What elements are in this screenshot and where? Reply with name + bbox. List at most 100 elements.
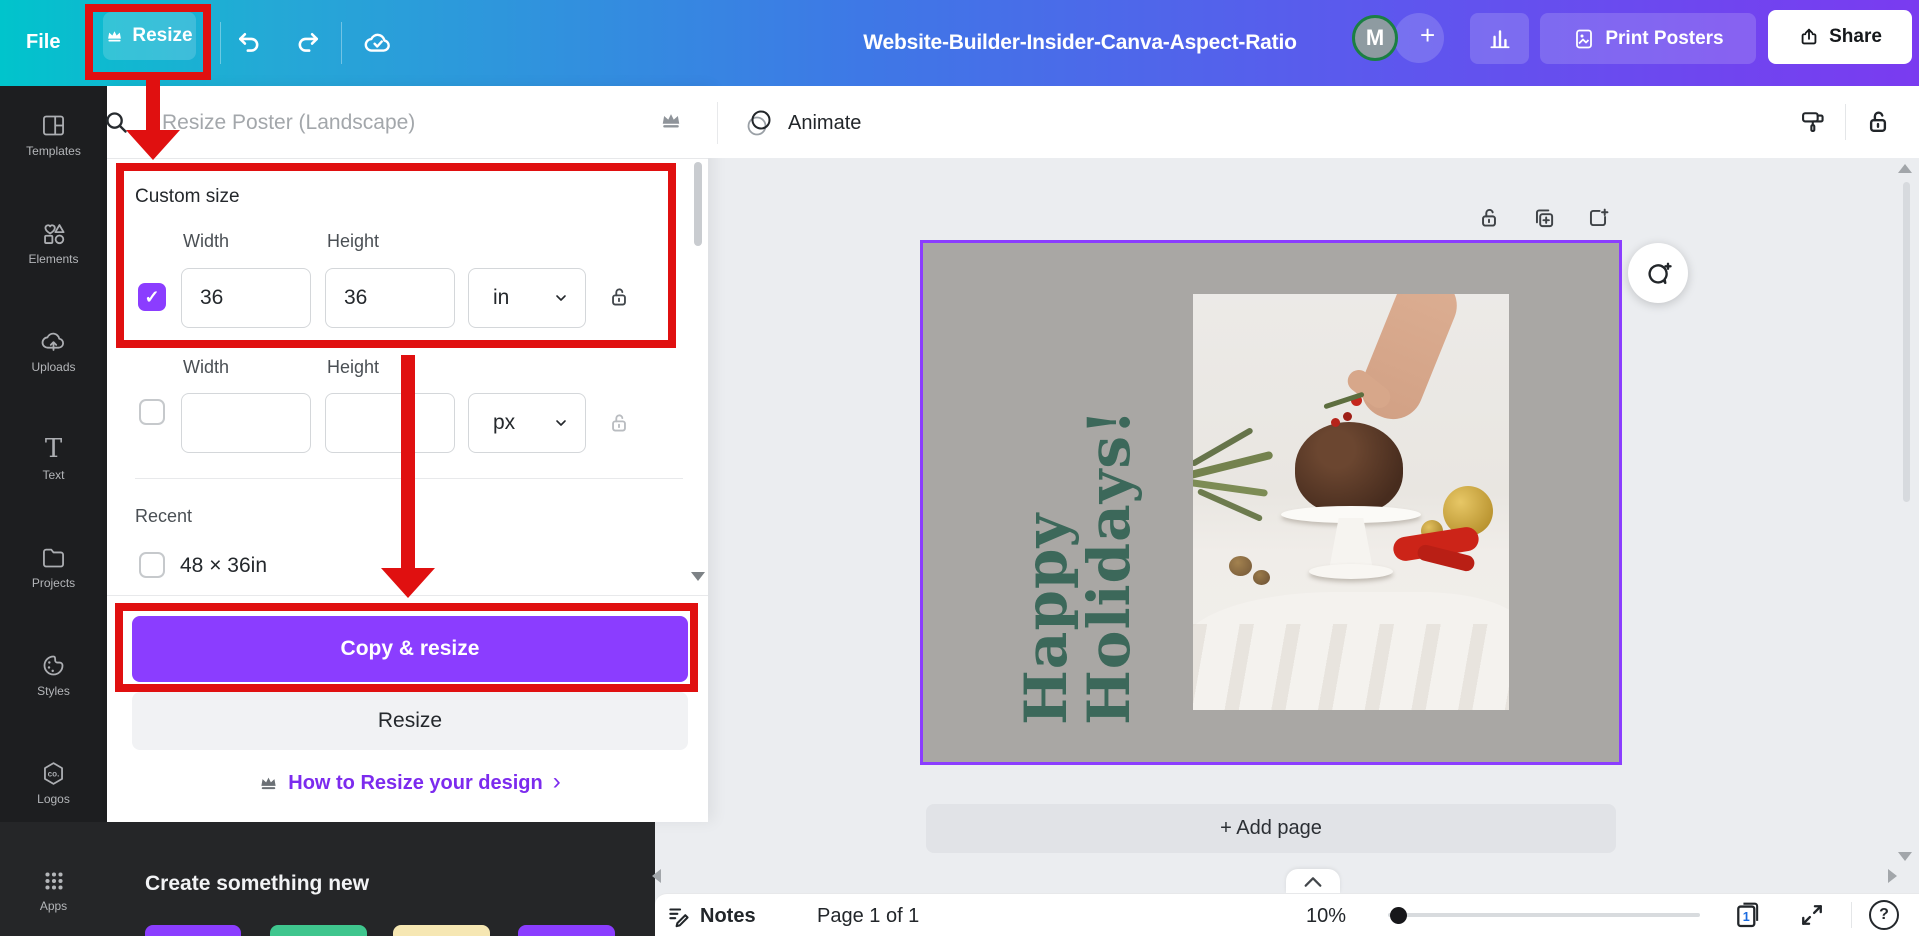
- question-mark-icon: ?: [1879, 906, 1889, 923]
- save-status-button[interactable]: [363, 28, 393, 63]
- sidebar-item-elements[interactable]: Elements: [0, 220, 107, 286]
- apps-grid-icon: [44, 872, 63, 890]
- share-icon: [1801, 28, 1817, 45]
- add-page-icon[interactable]: [1585, 205, 1611, 231]
- sidebar-item-uploads[interactable]: Uploads: [0, 328, 107, 394]
- paint-roller-icon[interactable]: [1799, 108, 1827, 136]
- animate-label: Animate: [788, 111, 862, 134]
- sidebar-item-label: Uploads: [31, 360, 76, 374]
- collapse-bottom-bar-tab[interactable]: [1286, 869, 1340, 893]
- cake-stand-base-illustration: [1309, 564, 1393, 579]
- panel-scrollbar-thumb[interactable]: [694, 162, 702, 246]
- resize-search-input[interactable]: [160, 100, 604, 146]
- insights-button[interactable]: [1470, 13, 1529, 64]
- zoom-slider-track[interactable]: [1388, 913, 1700, 917]
- sidebar-item-label: Templates: [26, 144, 81, 158]
- text-icon: T: [44, 434, 63, 464]
- crown-icon: [662, 114, 680, 128]
- comment-button[interactable]: [1628, 243, 1688, 303]
- crown-icon: [261, 777, 276, 789]
- height-label: Height: [327, 357, 380, 377]
- avatar[interactable]: M: [1352, 15, 1398, 61]
- poster-text-line2: Holidays!: [1074, 408, 1143, 725]
- pages-view-button[interactable]: 1: [1733, 898, 1763, 930]
- pages-icon: 1: [1737, 902, 1759, 928]
- hscroll-right-arrow-icon[interactable]: [1888, 869, 1897, 883]
- chart-columns-icon: [1489, 29, 1510, 48]
- vscroll-thumb[interactable]: [1903, 182, 1910, 502]
- styles-icon: [43, 655, 64, 676]
- scroll-down-arrow-icon[interactable]: [691, 572, 705, 581]
- sidebar-item-templates[interactable]: Templates: [0, 112, 107, 178]
- recent-size-item[interactable]: 48 × 36in: [180, 554, 267, 578]
- duplicate-page-icon[interactable]: [1531, 205, 1557, 231]
- poster-photo[interactable]: [1193, 294, 1509, 710]
- create-option-card[interactable]: [145, 925, 241, 936]
- sidebar-item-label: Elements: [28, 252, 79, 266]
- print-posters-button[interactable]: Print Posters: [1540, 13, 1756, 64]
- create-something-heading: Create something new: [145, 872, 370, 895]
- hscroll-left-arrow-icon[interactable]: [652, 869, 661, 883]
- sidebar-item-projects[interactable]: Projects: [0, 544, 107, 610]
- document-title[interactable]: Website-Builder-Insider-Canva-Aspect-Rat…: [780, 31, 1380, 55]
- undo-button[interactable]: [235, 29, 263, 62]
- notes-icon: [669, 908, 689, 928]
- vscroll-down-arrow-icon[interactable]: [1898, 852, 1912, 861]
- how-to-resize-label: How to Resize your design: [288, 771, 543, 794]
- templates-icon: [43, 115, 64, 136]
- annotation-arrow-shaft: [146, 80, 160, 134]
- share-label: Share: [1829, 26, 1882, 47]
- how-to-resize-link[interactable]: How to Resize your design ›: [132, 768, 688, 798]
- create-option-card[interactable]: [270, 925, 367, 936]
- resize-action-button[interactable]: Resize: [132, 692, 688, 750]
- sidebar-item-text[interactable]: T Text: [0, 436, 107, 502]
- height-px-input[interactable]: [325, 393, 455, 453]
- sidebar-item-styles[interactable]: Styles: [0, 652, 107, 718]
- divider: [717, 102, 718, 144]
- fullscreen-icon[interactable]: [1798, 901, 1826, 929]
- px-size-checkbox-unchecked[interactable]: [139, 399, 165, 425]
- page-lock-icon[interactable]: [1476, 205, 1502, 231]
- sidebar-item-apps[interactable]: Apps: [0, 868, 107, 934]
- invite-member-button[interactable]: +: [1394, 13, 1444, 63]
- create-option-card[interactable]: [518, 925, 615, 936]
- divider: [1845, 104, 1846, 140]
- toolbar-divider: [220, 22, 221, 64]
- zoom-slider-thumb[interactable]: [1390, 907, 1407, 924]
- unlock-icon[interactable]: [1863, 107, 1893, 137]
- chevron-up-icon: [1304, 877, 1322, 887]
- currant-illustration: [1343, 412, 1352, 421]
- divider: [1851, 902, 1852, 928]
- create-option-card[interactable]: [393, 925, 490, 936]
- redo-icon: [298, 32, 319, 52]
- zoom-level[interactable]: 10%: [1306, 905, 1346, 928]
- chevron-down-icon: [556, 420, 566, 426]
- width-px-input[interactable]: [181, 393, 311, 453]
- recent-size-checkbox[interactable]: [139, 552, 165, 578]
- sidebar-item-logos[interactable]: co. Logos: [0, 760, 107, 826]
- unit-select-px[interactable]: px: [468, 393, 586, 453]
- aspect-lock-icon[interactable]: [606, 410, 632, 436]
- sidebar-item-label: Styles: [37, 684, 70, 698]
- cloth-folds-illustration: [1193, 624, 1509, 710]
- page-indicator[interactable]: Page 1 of 1: [817, 905, 919, 928]
- logos-icon: co.: [44, 762, 63, 785]
- annotation-box-custom-size: [116, 163, 676, 348]
- animate-button[interactable]: Animate: [742, 104, 861, 142]
- vscroll-up-arrow-icon[interactable]: [1898, 164, 1912, 173]
- notes-button[interactable]: Notes: [700, 905, 756, 928]
- redo-button[interactable]: [294, 29, 322, 62]
- help-button[interactable]: ?: [1869, 900, 1899, 930]
- top-bar: File Resize Website-Builder-Insider-Canv…: [0, 0, 1919, 86]
- chevron-right-icon: ›: [552, 767, 561, 795]
- share-button[interactable]: Share: [1768, 10, 1912, 64]
- uploads-icon: [41, 332, 64, 351]
- hand-illustration: [1352, 294, 1466, 429]
- walnut-illustration: [1229, 556, 1252, 576]
- annotation-arrow-head: [381, 568, 435, 598]
- add-page-button[interactable]: + Add page: [926, 804, 1616, 853]
- file-menu[interactable]: File: [26, 31, 60, 54]
- poster-text[interactable]: Happy Holidays!: [1012, 405, 1165, 725]
- undo-icon: [238, 32, 259, 52]
- recent-heading: Recent: [135, 506, 193, 526]
